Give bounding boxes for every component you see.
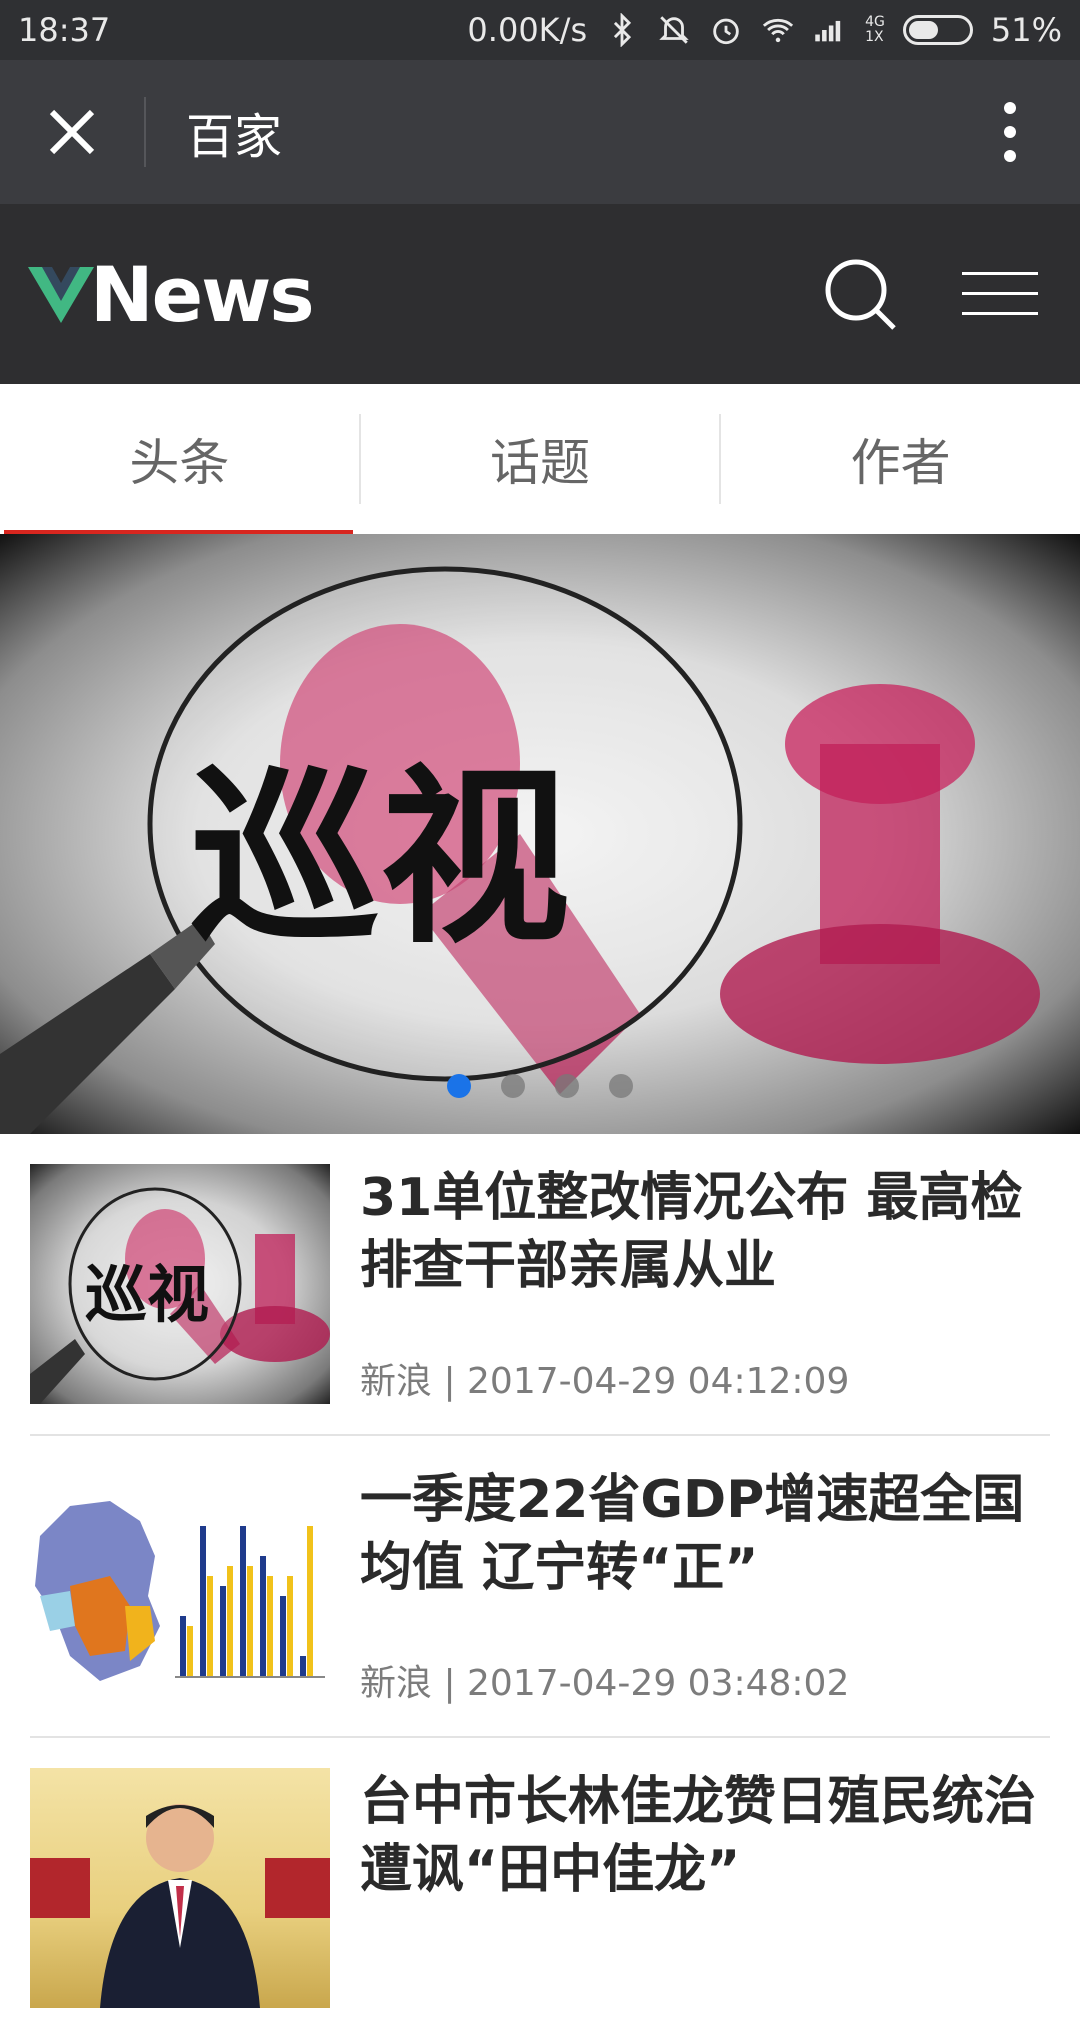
logo-text: News — [90, 249, 315, 339]
news-body: 31单位整改情况公布 最高检排查干部亲属从业 新浪 | 2017-04-29 0… — [360, 1164, 1050, 1404]
tab-headlines[interactable]: 头条 — [0, 384, 359, 534]
status-indicators: 0.00K/s 4G 1X 51% — [467, 11, 1062, 49]
carousel-dot[interactable] — [501, 1074, 525, 1098]
banner-text: 巡视 — [190, 748, 570, 969]
thumb-text: 巡视 — [85, 1258, 209, 1331]
signal-icon — [815, 20, 841, 42]
news-thumbnail — [30, 1768, 330, 2008]
bluetooth-icon — [614, 13, 632, 47]
hamburger-menu-icon — [962, 272, 1038, 315]
network-type: 4G 1X — [865, 14, 885, 45]
alarm-icon — [713, 18, 739, 45]
banner-image: 巡视 — [0, 566, 1040, 1134]
more-vertical-icon — [1004, 102, 1016, 162]
news-title[interactable]: 31单位整改情况公布 最高检排查干部亲属从业 — [360, 1164, 1050, 1300]
status-bar: 18:37 0.00K/s 4G 1X 51% — [0, 0, 1080, 60]
search-button[interactable] — [820, 254, 900, 334]
news-thumbnail: 巡视 — [30, 1164, 330, 1404]
carousel-dot[interactable] — [447, 1074, 471, 1098]
battery-percent: 51% — [990, 11, 1062, 49]
news-meta: 新浪 | 2017-04-29 03:48:02 — [360, 1663, 850, 1704]
vnews-logo[interactable]: News — [28, 249, 315, 339]
news-item[interactable]: 一季度22省GDP增速超全国均值 辽宁转“正” 新浪 | 2017-04-29 … — [30, 1436, 1050, 1738]
banner-carousel[interactable]: 巡视 — [0, 534, 1080, 1134]
carousel-indicators — [0, 1074, 1080, 1098]
status-time: 18:37 — [18, 11, 111, 49]
close-button[interactable] — [0, 60, 144, 204]
search-icon — [825, 259, 896, 330]
header-actions — [820, 254, 1040, 334]
more-button[interactable] — [960, 60, 1060, 204]
page-title: 百家 — [186, 109, 283, 165]
category-tabs: 头条 话题 作者 — [0, 384, 1080, 534]
tab-authors[interactable]: 作者 — [721, 384, 1080, 534]
net-speed: 0.00K/s — [467, 11, 588, 49]
mute-vibrate-icon — [659, 16, 689, 44]
news-thumbnail — [30, 1466, 330, 1706]
news-meta: 新浪 | 2017-04-29 04:12:09 — [360, 1361, 850, 1402]
close-icon — [49, 109, 95, 155]
tab-topics[interactable]: 话题 — [361, 384, 720, 534]
news-list: 巡视 31单位整改情况公布 最高检排查干部亲属从业 新浪 | 2017-04-2… — [30, 1134, 1050, 2040]
top-divider — [144, 97, 146, 167]
menu-button[interactable] — [960, 254, 1040, 334]
carousel-dot[interactable] — [555, 1074, 579, 1098]
news-title[interactable]: 一季度22省GDP增速超全国均值 辽宁转“正” — [360, 1466, 1050, 1602]
news-item[interactable]: 台中市长林佳龙赞日殖民统治 遭讽“田中佳龙” — [30, 1738, 1050, 2040]
carousel-dot[interactable] — [609, 1074, 633, 1098]
wifi-icon — [762, 18, 794, 43]
news-body: 台中市长林佳龙赞日殖民统治 遭讽“田中佳龙” — [360, 1768, 1050, 2008]
news-item[interactable]: 巡视 31单位整改情况公布 最高检排查干部亲属从业 新浪 | 2017-04-2… — [30, 1134, 1050, 1436]
news-title[interactable]: 台中市长林佳龙赞日殖民统治 遭讽“田中佳龙” — [360, 1768, 1050, 1904]
v-logo-icon — [28, 267, 94, 323]
app-header: News — [0, 204, 1080, 384]
battery-icon — [902, 15, 973, 45]
top-bar: 百家 — [0, 60, 1080, 204]
news-body: 一季度22省GDP增速超全国均值 辽宁转“正” 新浪 | 2017-04-29 … — [360, 1466, 1050, 1706]
